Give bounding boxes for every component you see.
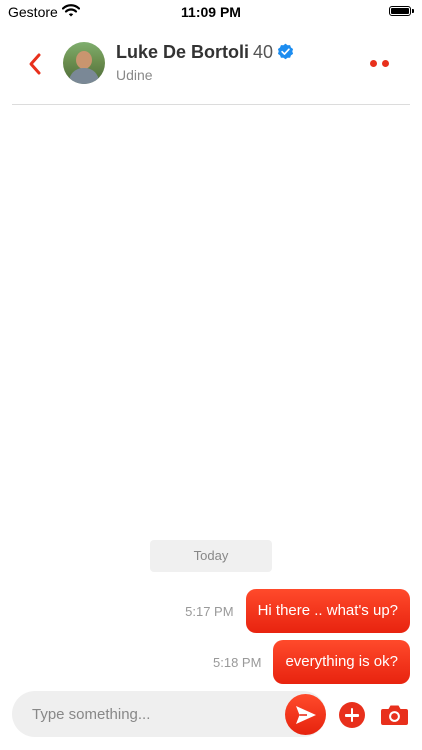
user-age: 40 xyxy=(253,42,274,62)
message-input[interactable] xyxy=(32,691,282,737)
message-time: 5:17 PM xyxy=(185,603,234,619)
plus-circle-icon[interactable] xyxy=(339,702,365,728)
message-row: 5:18 PM everything is ok? xyxy=(213,640,410,684)
header-divider xyxy=(12,104,410,105)
message-composer xyxy=(12,691,326,737)
avatar[interactable] xyxy=(63,42,105,84)
more-options-button[interactable] xyxy=(368,58,392,70)
back-button[interactable] xyxy=(24,50,48,78)
date-separator: Today xyxy=(150,540,272,572)
message-time: 5:18 PM xyxy=(213,654,262,670)
chevron-left-icon xyxy=(29,53,41,75)
user-name: Luke De Bortoli xyxy=(116,42,250,62)
send-icon xyxy=(296,706,316,724)
camera-icon xyxy=(381,705,408,725)
send-button[interactable] xyxy=(285,694,326,735)
chat-header: Luke De Bortoli 40 Udine xyxy=(0,38,422,90)
user-city: Udine xyxy=(116,67,153,83)
status-bar: Gestore 11:09 PM xyxy=(0,0,422,26)
user-name-row[interactable]: Luke De Bortoli 40 xyxy=(116,42,294,66)
verified-badge-icon xyxy=(277,43,294,60)
outgoing-message-bubble[interactable]: everything is ok? xyxy=(273,640,410,684)
message-row: 5:17 PM Hi there .. what's up? xyxy=(185,589,410,633)
battery-icon xyxy=(389,6,414,16)
outgoing-message-bubble[interactable]: Hi there .. what's up? xyxy=(245,589,410,633)
camera-button[interactable] xyxy=(380,703,409,727)
status-time: 11:09 PM xyxy=(181,4,241,20)
